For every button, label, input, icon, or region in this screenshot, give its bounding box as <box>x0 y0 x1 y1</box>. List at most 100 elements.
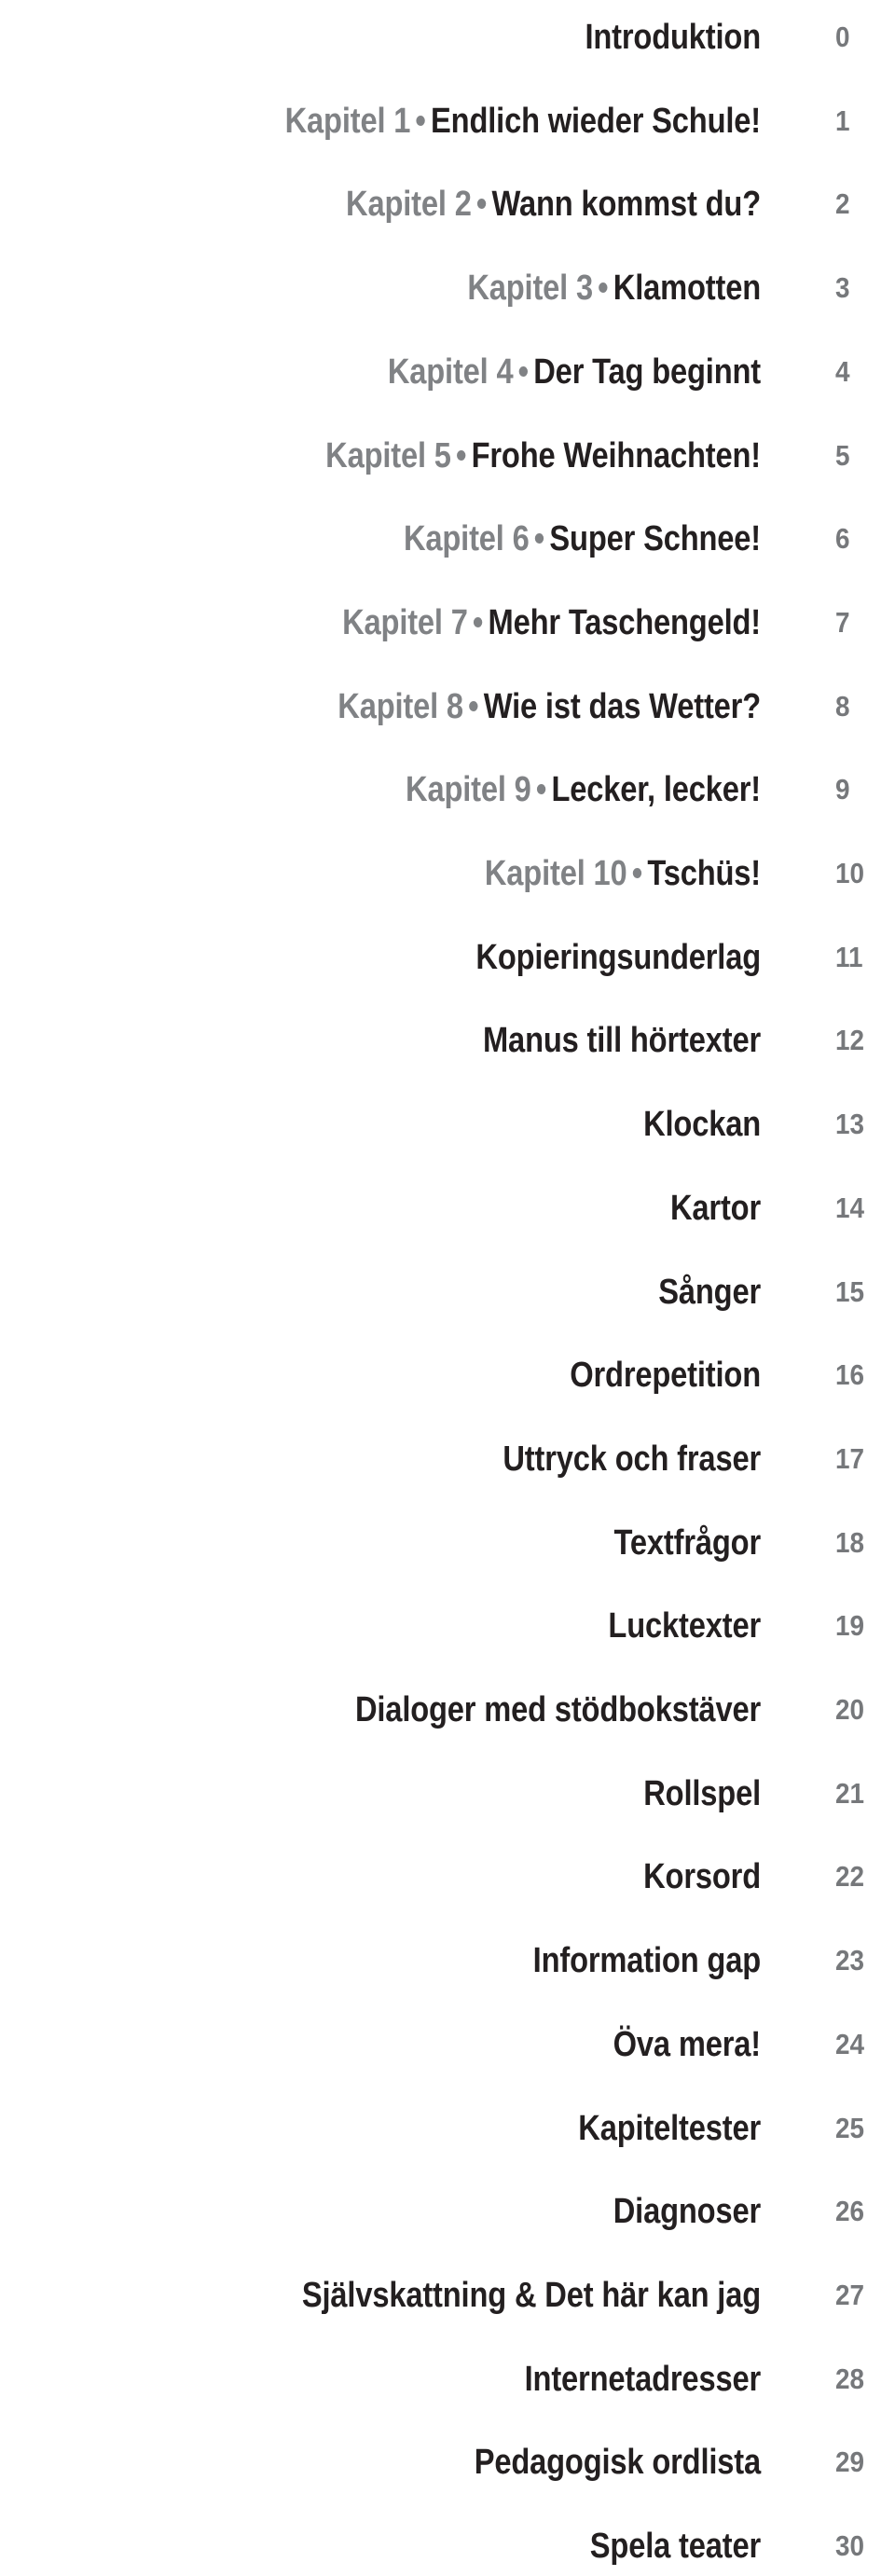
toc-entry-label: Ordrepetition <box>570 1356 761 1396</box>
toc-entry-title: Kopieringsunderlag <box>106 928 761 987</box>
toc-entry-page-number: 21 <box>835 1776 865 1810</box>
toc-entry-label: Information gap <box>532 1941 762 1981</box>
toc-entry-page-number: 23 <box>835 1944 865 1977</box>
toc-entry-label: Klamotten <box>613 269 761 309</box>
toc-entry[interactable]: Rollspel 21 <box>0 1764 895 1824</box>
toc-entry[interactable]: Uttryck och fraser 17 <box>0 1429 895 1489</box>
toc-entry-label: Självskattning & Det här kan jag <box>301 2275 761 2315</box>
toc-entry[interactable]: Klockan 13 <box>0 1095 895 1154</box>
toc-entry-title: Kapitel 10 • Tschüs! <box>106 844 761 903</box>
toc-entry[interactable]: Kapitel 9 • Lecker, lecker! 9 <box>0 760 895 820</box>
toc-entry-label: Kopieringsunderlag <box>475 937 761 977</box>
chapter-prefix: Kapitel 6 <box>403 519 530 559</box>
toc-entry[interactable]: Kapitel 8 • Wie ist das Wetter? 8 <box>0 677 895 737</box>
toc-entry-page-number: 8 <box>835 689 850 723</box>
bullet-separator-icon: • <box>472 602 484 642</box>
toc-entry-label: Lecker, lecker! <box>551 770 761 810</box>
toc-entry[interactable]: Information gap 23 <box>0 1931 895 1991</box>
toc-entry[interactable]: Kapitel 4 • Der Tag beginnt 4 <box>0 342 895 402</box>
toc-entry-title: Rollspel <box>106 1764 761 1824</box>
toc-entry-page-number: 7 <box>835 605 850 639</box>
chapter-prefix: Kapitel 10 <box>484 854 627 893</box>
toc-entry[interactable]: Kapitel 5 • Frohe Weihnachten! 5 <box>0 426 895 486</box>
toc-entry-label: Rollspel <box>643 1773 761 1813</box>
toc-entry-title: Kapitel 9 • Lecker, lecker! <box>106 760 761 820</box>
toc-entry[interactable]: Sånger 15 <box>0 1262 895 1322</box>
toc-entry[interactable]: Självskattning & Det här kan jag 27 <box>0 2266 895 2325</box>
toc-entry-page-number: 29 <box>835 2445 865 2479</box>
toc-entry[interactable]: Lucktexter 19 <box>0 1596 895 1656</box>
toc-entry[interactable]: Introduktion 0 <box>0 7 895 67</box>
toc-entry-title: Ordrepetition <box>106 1345 761 1405</box>
toc-entry[interactable]: Korsord 22 <box>0 1847 895 1907</box>
toc-entry[interactable]: Kapitel 6 • Super Schnee! 6 <box>0 509 895 569</box>
toc-entry-page-number: 15 <box>835 1274 865 1308</box>
toc-entry-title: Kapitel 4 • Der Tag beginnt <box>106 342 761 402</box>
toc-entry[interactable]: Kapitel 7 • Mehr Taschengeld! 7 <box>0 593 895 653</box>
toc-entry-label: Internetadresser <box>524 2359 762 2399</box>
toc-entry-label: Mehr Taschengeld! <box>488 602 762 642</box>
toc-entry-label: Klockan <box>643 1105 761 1145</box>
toc-entry-page-number: 17 <box>835 1441 865 1475</box>
toc-entry[interactable]: Öva mera! 24 <box>0 2015 895 2074</box>
toc-entry-label: Diagnoser <box>613 2192 761 2232</box>
bullet-separator-icon: • <box>475 185 488 225</box>
chapter-prefix: Kapitel 2 <box>346 185 472 225</box>
toc-entry-title: Självskattning & Det här kan jag <box>106 2266 761 2325</box>
toc-entry[interactable]: Kapitel 10 • Tschüs! 10 <box>0 844 895 903</box>
toc-entry[interactable]: Spela teater 30 <box>0 2516 895 2576</box>
toc-entry[interactable]: Kopieringsunderlag 11 <box>0 928 895 987</box>
toc-entry-title: Korsord <box>106 1847 761 1907</box>
toc-entry-label: Frohe Weihnachten! <box>471 435 762 475</box>
toc-entry-page-number: 4 <box>835 354 850 388</box>
toc-entry[interactable]: Kartor 14 <box>0 1178 895 1238</box>
toc-entry-label: Super Schnee! <box>549 519 761 559</box>
bullet-separator-icon: • <box>598 269 609 309</box>
toc-entry-page-number: 5 <box>835 438 850 472</box>
bullet-separator-icon: • <box>631 854 643 893</box>
toc-entry-page-number: 2 <box>835 187 850 221</box>
toc-entry[interactable]: Pedagogisk ordlista 29 <box>0 2432 895 2492</box>
bullet-separator-icon: • <box>535 770 547 810</box>
toc-entry-title: Öva mera! <box>106 2015 761 2074</box>
table-of-contents: Introduktion 0 Kapitel 1 • Endlich wieder Sc… <box>0 0 895 2566</box>
toc-entry[interactable]: Kapitel 3 • Klamotten 3 <box>0 258 895 318</box>
bullet-separator-icon: • <box>533 519 545 559</box>
toc-entry[interactable]: Kapitel 2 • Wann kommst du? 2 <box>0 174 895 234</box>
toc-entry-title: Introduktion <box>106 7 761 67</box>
toc-entry-page-number: 18 <box>835 1525 865 1559</box>
toc-entry[interactable]: Internetadresser 28 <box>0 2349 895 2409</box>
toc-entry-page-number: 22 <box>835 1860 865 1894</box>
toc-entry[interactable]: Diagnoser 26 <box>0 2182 895 2241</box>
toc-entry-page-number: 28 <box>835 2362 865 2395</box>
toc-entry-label: Tschüs! <box>647 854 761 893</box>
toc-entry-label: Öva mera! <box>613 2024 761 2064</box>
toc-entry-title: Sånger <box>106 1262 761 1322</box>
toc-entry-label: Wie ist das Wetter? <box>483 686 761 726</box>
toc-entry-title: Kapitel 2 • Wann kommst du? <box>106 174 761 234</box>
toc-entry-page-number: 14 <box>835 1191 865 1224</box>
toc-entry[interactable]: Dialoger med stödbokstäver 20 <box>0 1680 895 1740</box>
toc-entry-label: Uttryck och fraser <box>503 1439 761 1479</box>
toc-entry-page-number: 1 <box>835 103 850 137</box>
chapter-prefix: Kapitel 7 <box>342 602 468 642</box>
toc-entry[interactable]: Textfrågor 18 <box>0 1513 895 1573</box>
toc-entry-title: Kapitel 5 • Frohe Weihnachten! <box>106 426 761 486</box>
toc-entry[interactable]: Kapitel 1 • Endlich wieder Schule! 1 <box>0 91 895 151</box>
chapter-prefix: Kapitel 1 <box>284 101 411 141</box>
toc-entry[interactable]: Kapiteltester 25 <box>0 2099 895 2158</box>
toc-entry-page-number: 0 <box>835 21 850 53</box>
toc-entry[interactable]: Manus till hörtexter 12 <box>0 1011 895 1070</box>
toc-entry[interactable]: Ordrepetition 16 <box>0 1345 895 1405</box>
toc-entry-label: Korsord <box>643 1857 761 1897</box>
toc-entry-title: Pedagogisk ordlista <box>106 2432 761 2492</box>
toc-entry-label: Manus till hörtexter <box>483 1021 761 1061</box>
toc-entry-page-number: 24 <box>835 2027 865 2060</box>
toc-entry-label: Dialoger med stödbokstäver <box>354 1690 761 1729</box>
toc-entry-label: Introduktion <box>585 18 761 57</box>
toc-entry-title: Kapitel 7 • Mehr Taschengeld! <box>106 593 761 653</box>
toc-entry-title: Kapitel 8 • Wie ist das Wetter? <box>106 677 761 737</box>
toc-entry-page-number: 16 <box>835 1358 865 1392</box>
toc-entry-page-number: 6 <box>835 522 850 556</box>
toc-entry-page-number: 11 <box>835 940 863 973</box>
